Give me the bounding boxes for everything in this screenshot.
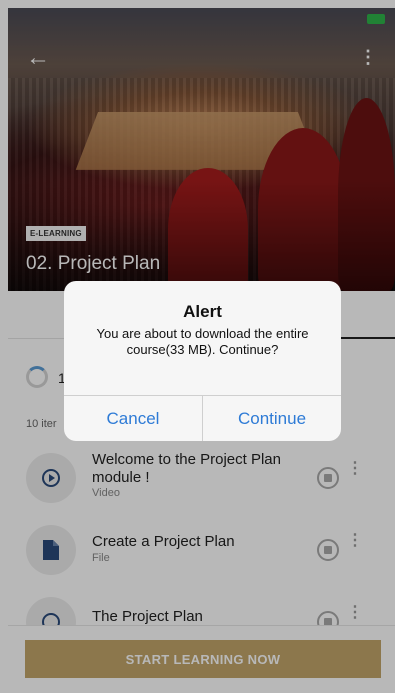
continue-button[interactable]: Continue bbox=[203, 396, 341, 441]
alert-message: You are about to download the entire cou… bbox=[96, 326, 309, 357]
cancel-button[interactable]: Cancel bbox=[64, 396, 202, 441]
alert-title: Alert bbox=[183, 302, 222, 321]
download-alert-dialog: Alert You are about to download the enti… bbox=[64, 281, 341, 441]
